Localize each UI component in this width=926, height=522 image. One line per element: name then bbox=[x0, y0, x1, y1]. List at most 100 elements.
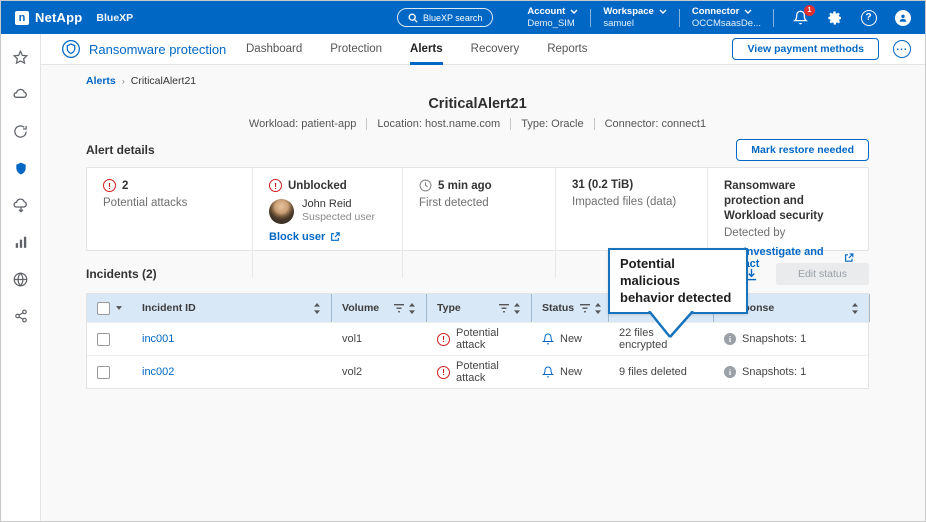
more-options-button[interactable]: ... bbox=[893, 40, 911, 58]
breadcrumb: Alerts › CriticalAlert21 bbox=[86, 75, 196, 87]
connector-menu[interactable]: Connector OCCMsaasDe... bbox=[680, 6, 773, 30]
account-menu[interactable]: Account Demo_SIM bbox=[515, 6, 590, 30]
sidebar-item-share[interactable] bbox=[12, 307, 30, 325]
alert-circle-icon: ! bbox=[437, 366, 450, 379]
incident-id-link[interactable]: inc002 bbox=[142, 366, 174, 378]
workspace-value: samuel bbox=[603, 18, 667, 30]
filter-icon[interactable] bbox=[394, 304, 404, 313]
detected-value: 5 min ago bbox=[438, 180, 492, 192]
sidebar-item-ransomware-protection[interactable] bbox=[12, 159, 30, 177]
notifications-button[interactable]: 1 bbox=[792, 9, 809, 26]
user-icon bbox=[895, 10, 911, 26]
column-header-volume[interactable]: Volume bbox=[332, 294, 427, 322]
edit-status-button[interactable]: Edit status bbox=[776, 263, 869, 285]
mark-restore-needed-button[interactable]: Mark restore needed bbox=[736, 139, 869, 161]
sidebar-item-restore[interactable] bbox=[12, 196, 30, 214]
clock-icon bbox=[419, 179, 432, 192]
user-menu-button[interactable] bbox=[894, 9, 911, 26]
tab-reports[interactable]: Reports bbox=[547, 34, 587, 65]
block-user-link[interactable]: Block user bbox=[269, 231, 340, 243]
type-value: Potential attack bbox=[456, 360, 522, 384]
alert-details-header: Alert details Mark restore needed bbox=[86, 139, 869, 161]
tab-dashboard[interactable]: Dashboard bbox=[246, 34, 302, 65]
bluexp-search-button[interactable]: BlueXP search bbox=[397, 8, 493, 27]
workspace-menu[interactable]: Workspace samuel bbox=[591, 6, 679, 30]
sidebar-item-reports[interactable] bbox=[12, 233, 30, 251]
callout-text: Potential malicious behavior detected bbox=[620, 256, 731, 305]
netapp-brand: n NetApp BlueXP bbox=[1, 10, 133, 25]
bell-icon bbox=[542, 366, 554, 378]
callout-pointer bbox=[648, 311, 694, 338]
filter-icon[interactable] bbox=[580, 304, 590, 313]
sidebar-item-storage[interactable] bbox=[12, 85, 30, 103]
alert-circle-icon: ! bbox=[103, 179, 116, 192]
info-icon: i bbox=[724, 366, 736, 378]
connector-label: Connector bbox=[692, 6, 740, 18]
chevron-down-icon bbox=[659, 9, 667, 14]
service-title[interactable]: Ransomware protection bbox=[41, 39, 246, 59]
attacks-value: 2 bbox=[122, 180, 128, 192]
incident-id-link[interactable]: inc001 bbox=[142, 333, 174, 345]
view-payment-methods-button[interactable]: View payment methods bbox=[732, 38, 879, 60]
external-link-icon bbox=[330, 232, 340, 242]
help-button[interactable]: ? bbox=[860, 9, 877, 26]
filter-icon[interactable] bbox=[499, 304, 509, 313]
service-header: Ransomware protection Dashboard Protecti… bbox=[41, 34, 925, 65]
sidebar-item-favorites[interactable] bbox=[12, 48, 30, 66]
breadcrumb-current: CriticalAlert21 bbox=[131, 75, 196, 87]
service-name: Ransomware protection bbox=[89, 42, 226, 57]
cloud-restore-icon bbox=[13, 197, 29, 213]
meta-location: Location: host.name.com bbox=[366, 118, 510, 130]
product-name: BlueXP bbox=[96, 12, 133, 24]
sort-icon[interactable] bbox=[513, 303, 521, 314]
sidebar-item-sync[interactable] bbox=[12, 122, 30, 140]
sort-icon[interactable] bbox=[313, 303, 321, 314]
share-icon bbox=[14, 309, 28, 323]
row-checkbox[interactable] bbox=[97, 366, 110, 379]
user-role: Suspected user bbox=[302, 211, 375, 224]
volume-value: vol1 bbox=[342, 333, 362, 345]
bell-icon bbox=[542, 333, 554, 345]
caret-down-icon[interactable] bbox=[116, 306, 122, 310]
row-checkbox[interactable] bbox=[97, 333, 110, 346]
globe-icon bbox=[13, 272, 28, 287]
source-label: Detected by bbox=[724, 227, 854, 239]
source-line1: Ransomware protection and bbox=[724, 179, 854, 209]
tab-protection[interactable]: Protection bbox=[330, 34, 382, 65]
tab-alerts[interactable]: Alerts bbox=[410, 34, 443, 65]
alert-circle-icon: ! bbox=[437, 333, 450, 346]
sidebar-item-governance[interactable] bbox=[12, 270, 30, 288]
suspected-user-panel: ! Unblocked John Reid Suspected user Blo… bbox=[252, 168, 402, 278]
status-value: New bbox=[560, 366, 582, 378]
evidence-value: 9 files deleted bbox=[619, 366, 687, 378]
help-icon: ? bbox=[861, 10, 877, 26]
column-header-status[interactable]: Status bbox=[532, 294, 609, 322]
info-icon: i bbox=[724, 333, 736, 345]
settings-button[interactable] bbox=[826, 9, 843, 26]
incidents-title: Incidents (2) bbox=[86, 267, 157, 281]
detected-label: First detected bbox=[419, 197, 539, 209]
workspace-label: Workspace bbox=[603, 6, 654, 18]
nav-tabs: Dashboard Protection Alerts Recovery Rep… bbox=[246, 34, 588, 65]
connector-value: OCCMsaasDe... bbox=[692, 18, 761, 30]
meta-type: Type: Oracle bbox=[510, 118, 593, 130]
chevron-down-icon bbox=[570, 9, 578, 14]
callout-tooltip: Potential malicious behavior detected bbox=[608, 248, 748, 314]
sort-icon[interactable] bbox=[851, 303, 859, 314]
column-header-type[interactable]: Type bbox=[427, 294, 532, 322]
select-all-checkbox[interactable] bbox=[97, 302, 110, 315]
meta-workload: Workload: patient-app bbox=[239, 118, 366, 130]
attacks-stat: ! 2 Potential attacks bbox=[87, 168, 252, 278]
clouds-icon bbox=[13, 86, 29, 102]
tab-recovery[interactable]: Recovery bbox=[471, 34, 520, 65]
sort-icon[interactable] bbox=[594, 303, 602, 314]
shield-icon bbox=[14, 161, 28, 176]
breadcrumb-alerts-link[interactable]: Alerts bbox=[86, 75, 116, 87]
top-bar: n NetApp BlueXP BlueXP search Account De… bbox=[1, 1, 926, 34]
response-value: Snapshots: 1 bbox=[742, 366, 806, 378]
files-label: Impacted files (data) bbox=[572, 196, 691, 208]
sort-icon[interactable] bbox=[408, 303, 416, 314]
gear-icon bbox=[827, 10, 843, 26]
column-header-incident-id[interactable]: Incident ID bbox=[132, 294, 332, 322]
page-title: CriticalAlert21 bbox=[86, 96, 869, 112]
